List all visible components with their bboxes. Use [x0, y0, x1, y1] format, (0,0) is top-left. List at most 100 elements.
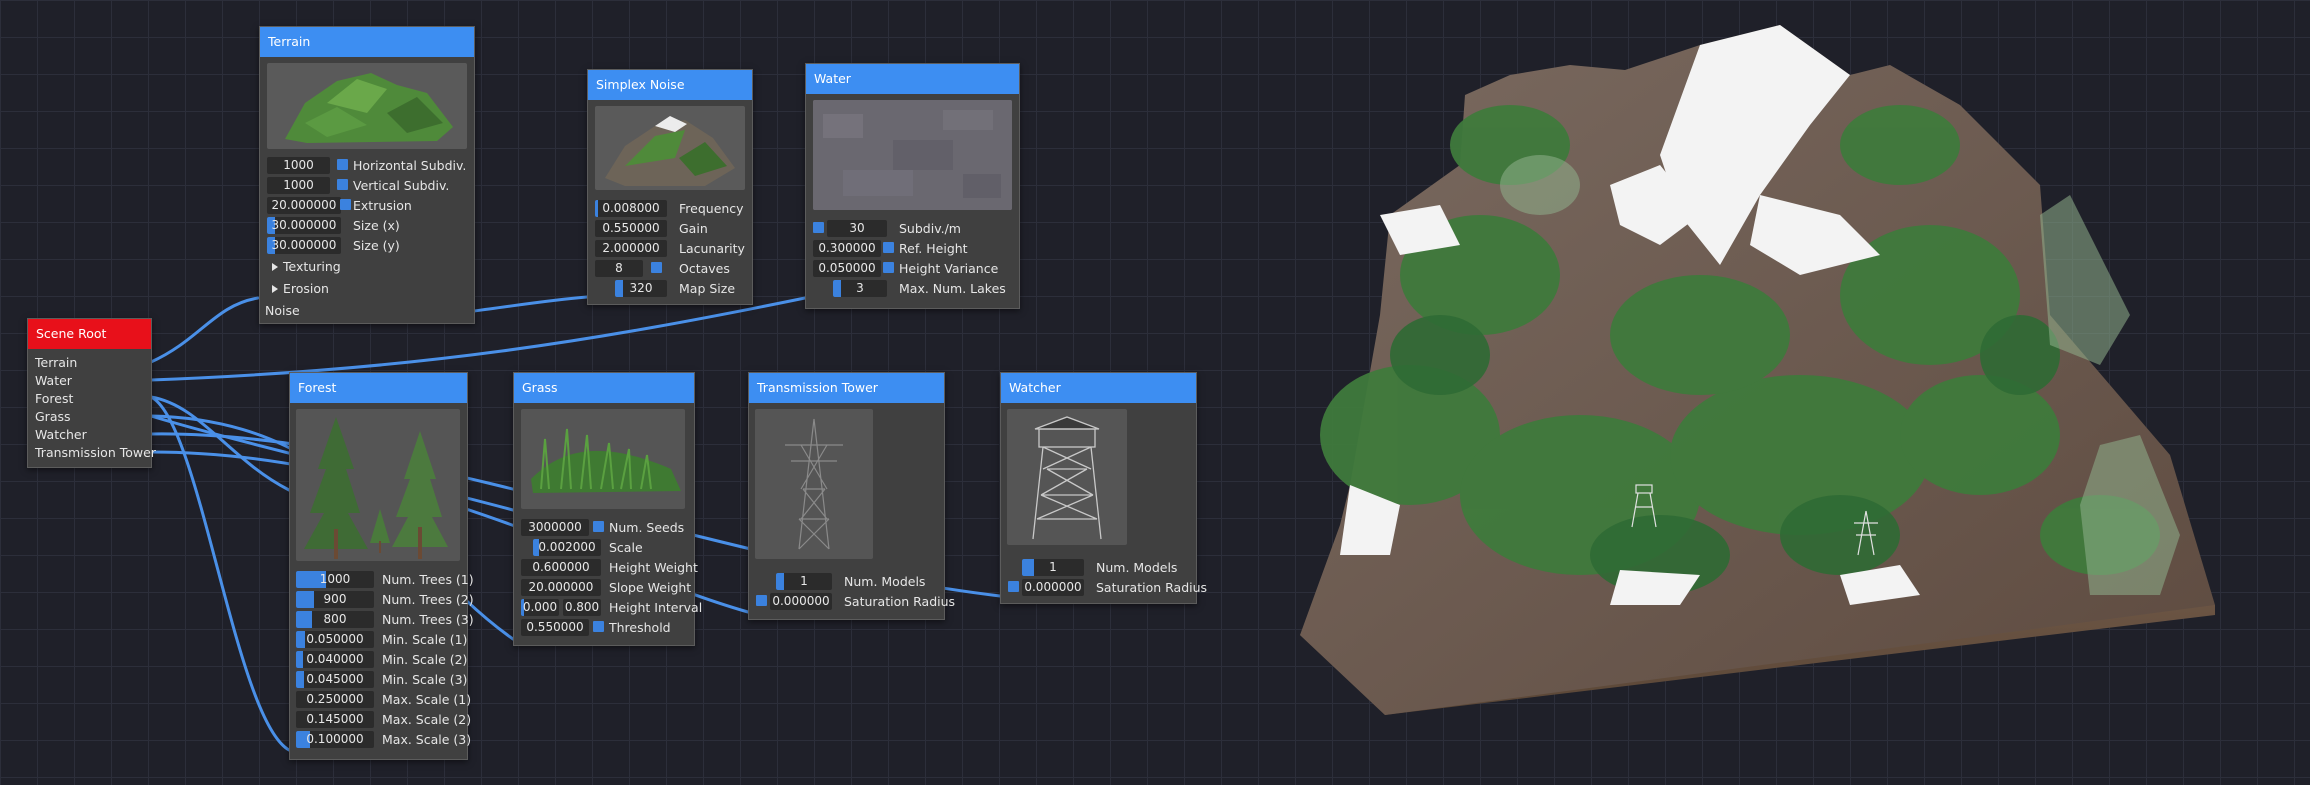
map-size-label: Map Size [679, 281, 736, 296]
watcher-saturation-toggle[interactable] [1008, 581, 1019, 592]
transmission-tower-preview [755, 409, 873, 559]
grass-node[interactable]: Grass 3000000 Num. Seeds 0.002000 Scale … [513, 372, 702, 646]
max-scale-3-label: Max. Scale (3) [382, 732, 472, 747]
threshold-label: Threshold [609, 620, 671, 635]
transmission-tower-node[interactable]: Transmission Tower 1 Num. Models 0.00000… [748, 372, 955, 620]
size-x-label: Size (x) [353, 218, 400, 233]
tower-num-models-field[interactable]: 1 [776, 573, 832, 590]
water-preview [813, 100, 1012, 210]
height-variance-toggle[interactable] [883, 262, 894, 273]
height-variance-label: Height Variance [899, 261, 999, 276]
extrusion-toggle[interactable] [340, 199, 351, 210]
slope-weight-label: Slope Weight [609, 580, 692, 595]
tower-saturation-field[interactable]: 0.000000 [770, 593, 832, 610]
extrusion-field[interactable]: 20.000000 [267, 197, 341, 214]
horizontal-subdiv-field[interactable]: 1000 [267, 157, 330, 174]
height-weight-label: Height Weight [609, 560, 698, 575]
vertical-subdiv-toggle[interactable] [337, 179, 348, 190]
output-transmission-tower[interactable]: Transmission Tower [35, 445, 156, 460]
watcher-num-models-field[interactable]: 1 [1022, 559, 1084, 576]
texturing-section[interactable]: Texturing [283, 259, 341, 274]
forest-title: Forest [290, 373, 467, 403]
watcher-num-models-label: Num. Models [1096, 560, 1178, 575]
slope-weight-field[interactable]: 20.000000 [521, 579, 601, 596]
water-node[interactable]: Water 30 Subdiv./m 0.300000 Ref. Height … [805, 63, 1020, 309]
scene-root-title: Scene Root [28, 319, 151, 349]
max-scale-1-field[interactable]: 0.250000 [296, 691, 374, 708]
vertical-subdiv-field[interactable]: 1000 [267, 177, 330, 194]
threshold-field[interactable]: 0.550000 [521, 619, 589, 636]
num-trees-2-field[interactable]: 900 [296, 591, 374, 608]
terrain-viewport[interactable] [1280, 15, 2240, 735]
watcher-saturation-field[interactable]: 0.000000 [1022, 579, 1084, 596]
subdiv-m-toggle[interactable] [813, 222, 824, 233]
erosion-section[interactable]: Erosion [283, 281, 329, 296]
texturing-expand-icon[interactable] [272, 263, 278, 271]
scale-label: Scale [609, 540, 643, 555]
max-scale-3-field[interactable]: 0.100000 [296, 731, 374, 748]
scale-field[interactable]: 0.002000 [533, 539, 601, 556]
ref-height-label: Ref. Height [899, 241, 968, 256]
height-interval-max-field[interactable]: 0.800 [563, 599, 601, 616]
ref-height-field[interactable]: 0.300000 [813, 240, 881, 257]
tower-saturation-toggle[interactable] [756, 595, 767, 606]
frequency-field[interactable]: 0.008000 [595, 200, 667, 217]
num-trees-3-field[interactable]: 800 [296, 611, 374, 628]
output-watcher[interactable]: Watcher [35, 427, 87, 442]
tower-num-models-label: Num. Models [844, 574, 926, 589]
num-trees-3-label: Num. Trees (3) [382, 612, 474, 627]
gain-field[interactable]: 0.550000 [595, 220, 667, 237]
max-lakes-field[interactable]: 3 [833, 280, 887, 297]
terrain-node[interactable]: Terrain 1000 Horizontal Subdiv. 1000 Ver… [259, 26, 475, 324]
wire-forest-2 [149, 395, 291, 752]
lacunarity-field[interactable]: 2.000000 [595, 240, 667, 257]
output-grass[interactable]: Grass [35, 409, 71, 424]
scene-root-node[interactable]: Scene Root Terrain Water Forest Grass Wa… [27, 318, 156, 468]
height-interval-label: Height Interval [609, 600, 703, 615]
frequency-label: Frequency [679, 201, 744, 216]
size-y-field[interactable]: 30.000000 [267, 237, 341, 254]
water-title: Water [806, 64, 1019, 94]
watcher-preview [1007, 409, 1127, 545]
transmission-tower-title: Transmission Tower [749, 373, 944, 403]
min-scale-3-field[interactable]: 0.045000 [296, 671, 374, 688]
erosion-expand-icon[interactable] [272, 285, 278, 293]
output-forest[interactable]: Forest [35, 391, 73, 406]
simplex-noise-node[interactable]: Simplex Noise 0.008000 Frequency 0.55000… [587, 69, 753, 305]
horizontal-subdiv-toggle[interactable] [337, 159, 348, 170]
watcher-node[interactable]: Watcher 1 Num. Models 0.000000 Saturatio… [1000, 372, 1207, 604]
min-scale-2-field[interactable]: 0.040000 [296, 651, 374, 668]
num-seeds-field[interactable]: 3000000 [521, 519, 589, 536]
octaves-field[interactable]: 8 [595, 260, 643, 277]
max-scale-2-field[interactable]: 0.145000 [296, 711, 374, 728]
watcher-title: Watcher [1001, 373, 1196, 403]
output-water[interactable]: Water [35, 373, 72, 388]
min-scale-2-label: Min. Scale (2) [382, 652, 468, 667]
horizontal-subdiv-label: Horizontal Subdiv. [353, 158, 467, 173]
forest-node[interactable]: Forest 1000 Num. Trees (1) 900 Num. Tree… [289, 372, 474, 760]
terrain-title: Terrain [260, 27, 474, 57]
height-weight-field[interactable]: 0.600000 [521, 559, 601, 576]
octaves-toggle[interactable] [651, 262, 662, 273]
num-seeds-toggle[interactable] [593, 521, 604, 532]
subdiv-m-field[interactable]: 30 [827, 220, 887, 237]
output-terrain[interactable]: Terrain [35, 355, 77, 370]
vertical-subdiv-label: Vertical Subdiv. [353, 178, 450, 193]
size-y-label: Size (y) [353, 238, 400, 253]
size-x-field[interactable]: 30.000000 [267, 217, 341, 234]
subdiv-m-label: Subdiv./m [899, 221, 961, 236]
wire-forest [149, 395, 291, 492]
num-seeds-label: Num. Seeds [609, 520, 685, 535]
height-variance-field[interactable]: 0.050000 [813, 260, 881, 277]
map-size-field[interactable]: 320 [615, 280, 667, 297]
tower-saturation-label: Saturation Radius [844, 594, 956, 609]
num-trees-1-field[interactable]: 1000 [296, 571, 374, 588]
watcher-saturation-label: Saturation Radius [1096, 580, 1208, 595]
ref-height-toggle[interactable] [883, 242, 894, 253]
grass-preview [521, 409, 685, 509]
threshold-toggle[interactable] [593, 621, 604, 632]
num-trees-2-label: Num. Trees (2) [382, 592, 474, 607]
min-scale-1-field[interactable]: 0.050000 [296, 631, 374, 648]
height-interval-min-field[interactable]: 0.000 [521, 599, 559, 616]
max-lakes-label: Max. Num. Lakes [899, 281, 1006, 296]
